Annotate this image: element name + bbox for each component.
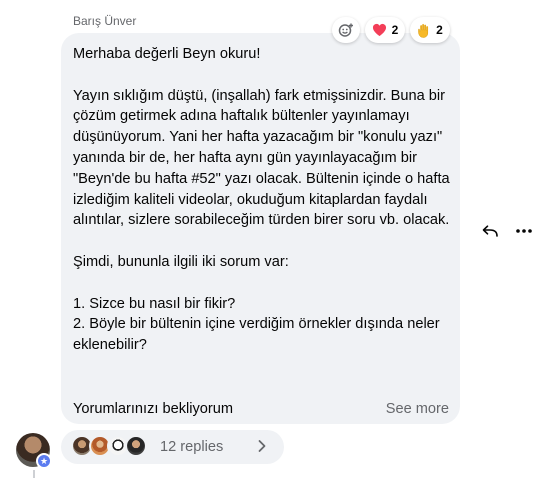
heart-reaction[interactable]: 2	[365, 17, 405, 43]
heart-icon	[372, 23, 386, 37]
reply-arrow-icon	[482, 225, 498, 237]
avatar[interactable]: ★	[16, 433, 52, 469]
add-reaction-icon	[338, 23, 353, 37]
more-options-icon	[516, 229, 532, 233]
replies-count-label: 12 replies	[160, 439, 224, 455]
star-badge-icon: ★	[36, 453, 52, 469]
heart-reaction-count: 2	[391, 23, 399, 37]
reply-avatar	[125, 435, 147, 457]
message-text: Merhaba değerli Beyn okuru! Yayın sıklığ…	[73, 46, 450, 354]
raised-hand-icon	[418, 23, 429, 38]
more-options-button[interactable]	[512, 220, 536, 242]
chevron-right-icon	[258, 440, 266, 452]
message-last-line: Yorumlarınızı bekliyorum	[73, 401, 234, 417]
thread-connector	[33, 470, 35, 478]
add-reaction-button[interactable]	[332, 17, 360, 43]
message-actions	[478, 220, 536, 242]
message-bubble: Merhaba değerli Beyn okuru! Yayın sıklığ…	[61, 33, 460, 424]
see-more-link[interactable]: See more	[386, 399, 449, 419]
hand-reaction[interactable]: 2	[410, 17, 450, 43]
hand-reaction-count: 2	[436, 23, 443, 37]
view-replies-button[interactable]: 12 replies	[61, 430, 284, 464]
reply-button[interactable]	[478, 220, 502, 242]
sender-name: Barış Ünver	[73, 14, 137, 28]
